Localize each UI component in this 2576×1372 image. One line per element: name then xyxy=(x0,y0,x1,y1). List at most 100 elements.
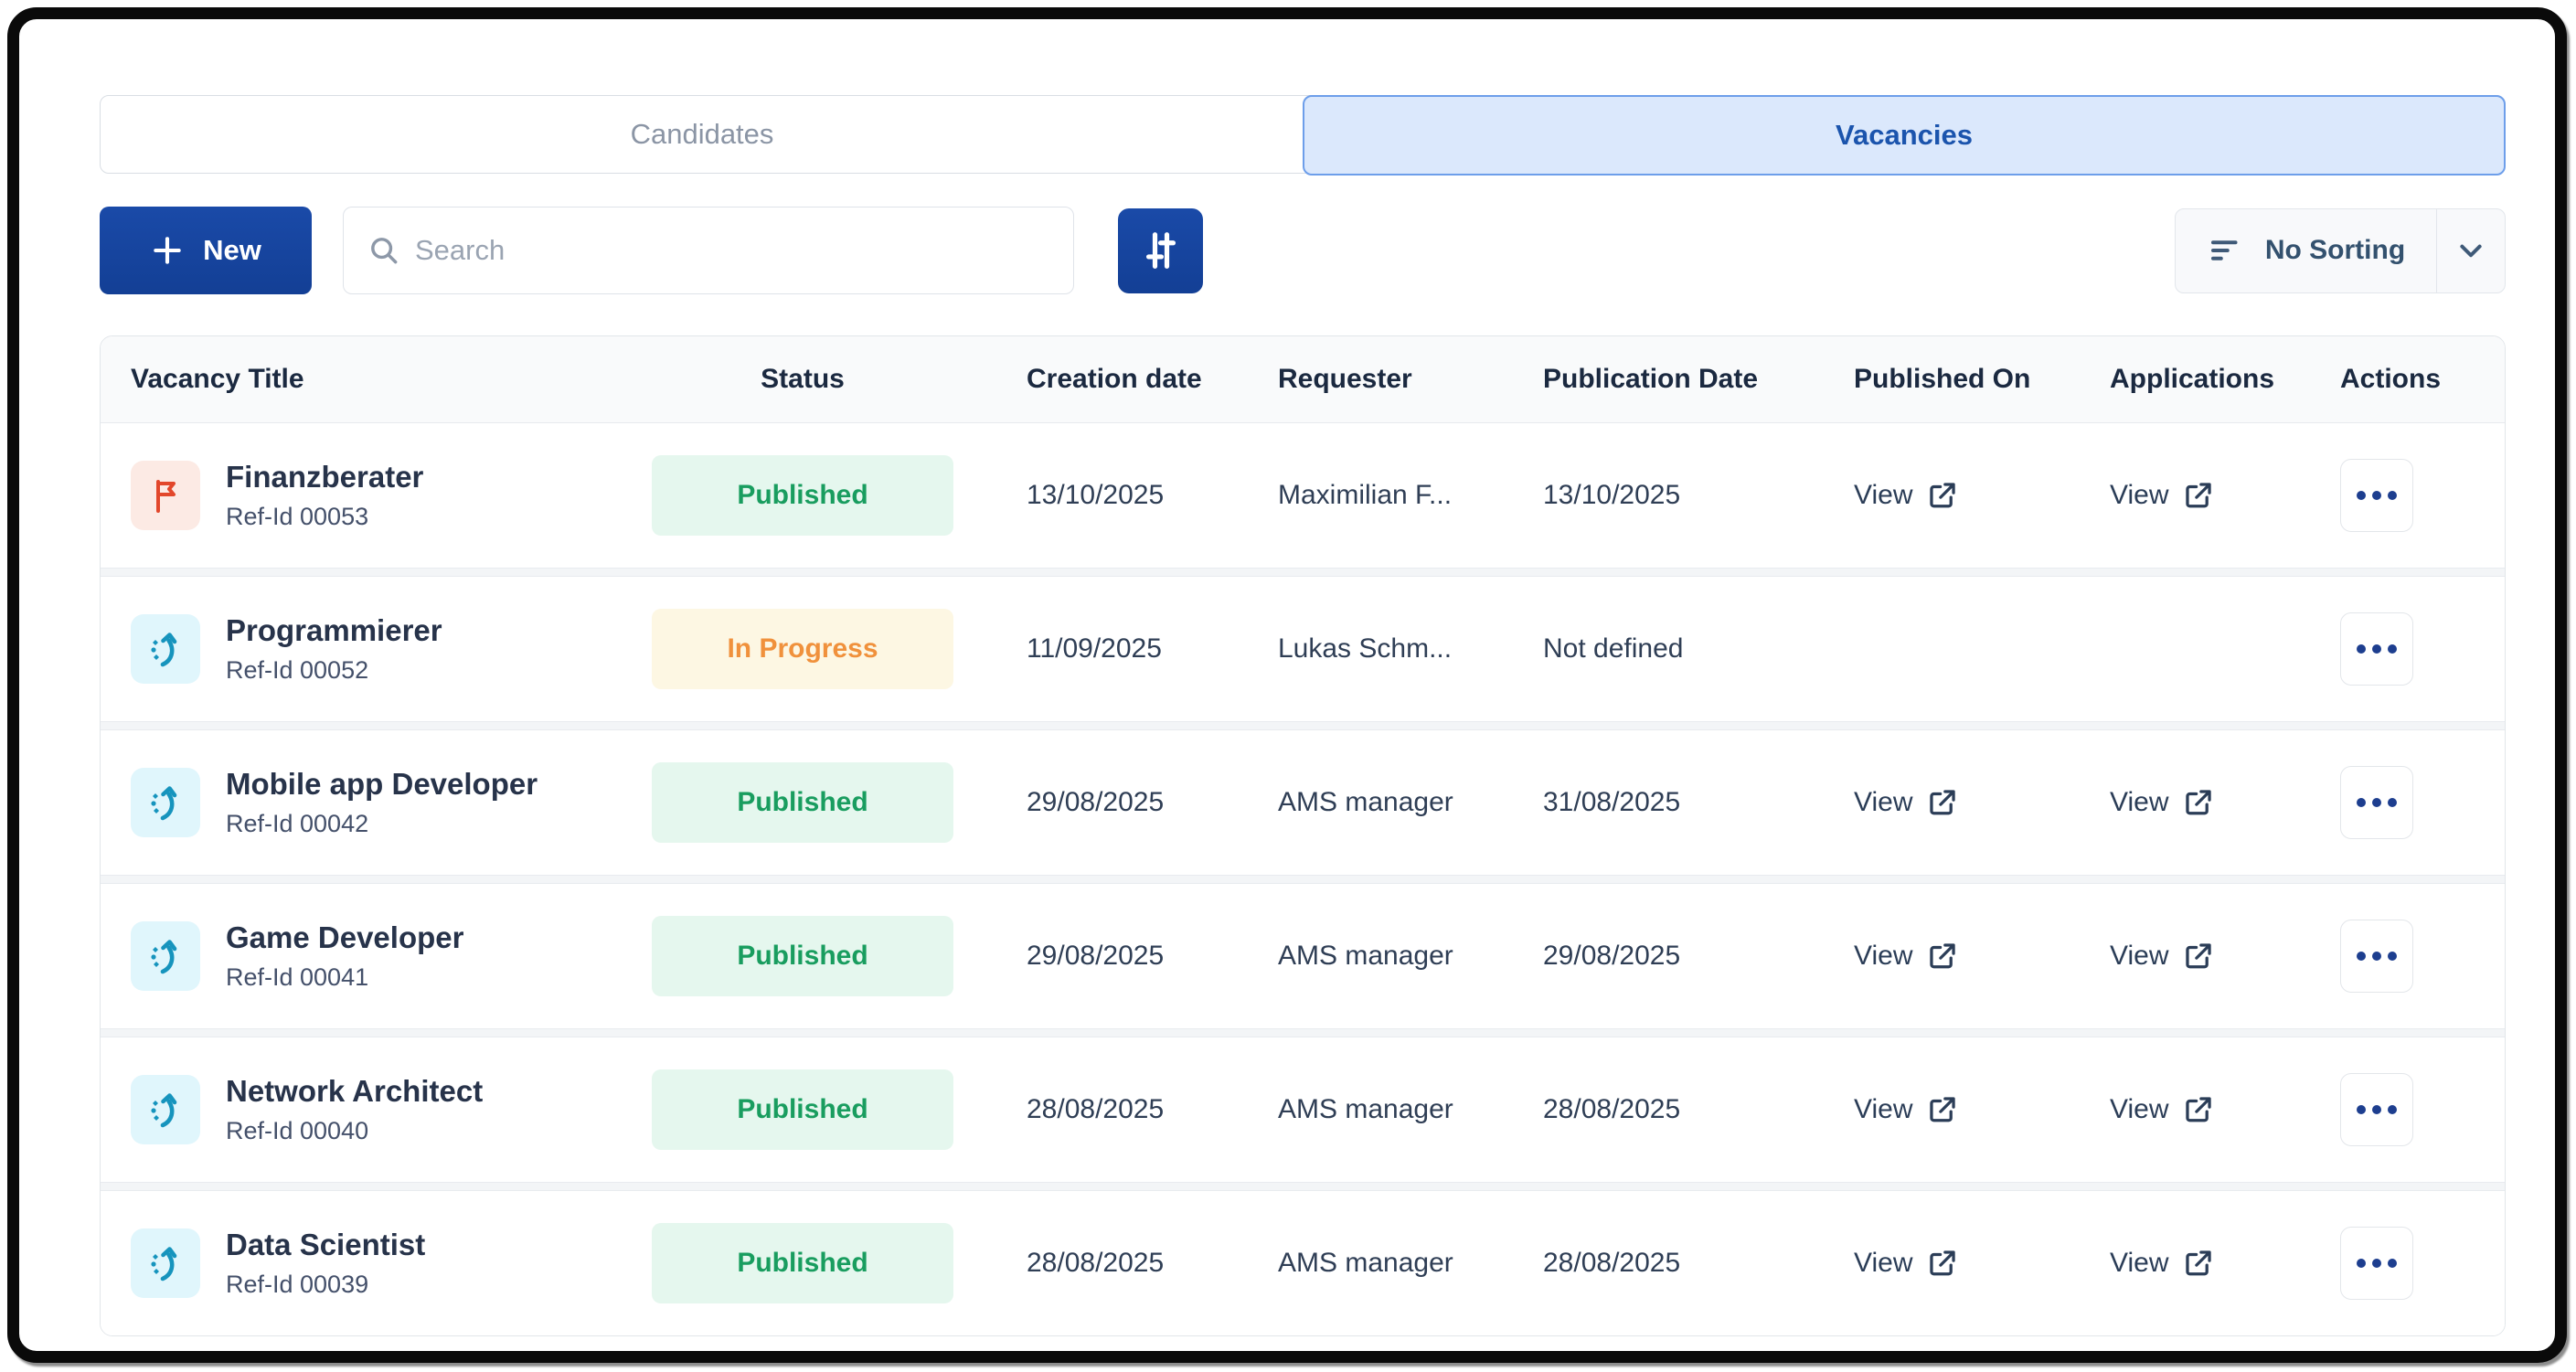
tab-candidates[interactable]: Candidates xyxy=(101,96,1304,173)
vacancy-ref-id: Ref-Id 00053 xyxy=(226,503,423,531)
sort-lines-icon xyxy=(2207,231,2245,270)
status-badge: Published xyxy=(652,762,953,843)
row-separator xyxy=(101,1182,2505,1191)
new-button[interactable]: New xyxy=(100,207,312,294)
requester-cell: AMS manager xyxy=(1278,1094,1543,1125)
ellipsis-icon xyxy=(2357,1105,2366,1114)
status-badge: In Progress xyxy=(652,609,953,689)
chevron-down-icon xyxy=(2452,231,2490,270)
window-frame: Candidates Vacancies New xyxy=(7,7,2567,1363)
external-link-icon xyxy=(2183,480,2214,511)
creation-date-cell: 29/08/2025 xyxy=(967,787,1278,818)
vacancy-type-icon xyxy=(131,921,200,991)
column-header-published-on: Published On xyxy=(1854,364,2110,395)
tab-vacancies[interactable]: Vacancies xyxy=(1303,95,2506,175)
published-on-view-link[interactable]: View xyxy=(1854,480,1958,511)
applications-view-link[interactable]: View xyxy=(2110,1094,2214,1125)
new-button-label: New xyxy=(203,234,261,267)
ellipsis-icon xyxy=(2357,491,2366,500)
status-badge: Published xyxy=(652,1223,953,1303)
external-link-icon xyxy=(1927,480,1958,511)
published-on-view-link[interactable]: View xyxy=(1854,787,1958,818)
table-header: Vacancy Title Status Creation date Reque… xyxy=(101,336,2505,423)
requester-cell: AMS manager xyxy=(1278,787,1543,818)
row-actions-button[interactable] xyxy=(2340,612,2413,686)
view-link-label: View xyxy=(1854,1248,1912,1279)
publication-date-cell: 13/10/2025 xyxy=(1543,480,1854,511)
table-row[interactable]: Network Architect Ref-Id 00040 Published… xyxy=(101,1037,2505,1182)
status-badge: Published xyxy=(652,455,953,536)
vacancy-type-icon xyxy=(131,768,200,837)
view-link-label: View xyxy=(1854,941,1912,972)
external-link-icon xyxy=(1927,1094,1958,1125)
view-link-label: View xyxy=(2110,787,2168,818)
column-header-creation-date: Creation date xyxy=(967,364,1278,395)
ellipsis-icon xyxy=(2357,798,2366,807)
sort-label: No Sorting xyxy=(2265,235,2405,266)
column-header-status: Status xyxy=(638,364,967,395)
status-badge: Published xyxy=(652,1069,953,1150)
vacancy-title: Game Developer xyxy=(226,920,463,955)
vacancy-ref-id: Ref-Id 00039 xyxy=(226,1271,425,1299)
external-link-icon xyxy=(1927,787,1958,818)
table-row[interactable]: Mobile app Developer Ref-Id 00042 Publis… xyxy=(101,730,2505,875)
creation-date-cell: 13/10/2025 xyxy=(967,480,1278,511)
row-actions-button[interactable] xyxy=(2340,1227,2413,1300)
creation-date-cell: 28/08/2025 xyxy=(967,1094,1278,1125)
trend-arrow-icon xyxy=(144,627,187,671)
table-row[interactable]: Programmierer Ref-Id 00052 In Progress 1… xyxy=(101,577,2505,721)
applications-view-link[interactable]: View xyxy=(2110,787,2214,818)
view-link-label: View xyxy=(2110,941,2168,972)
published-on-view-link[interactable]: View xyxy=(1854,1094,1958,1125)
vacancy-type-icon xyxy=(131,1075,200,1144)
vacancy-title: Finanzberater xyxy=(226,460,423,495)
requester-cell: AMS manager xyxy=(1278,1248,1543,1279)
sort-dropdown-button[interactable] xyxy=(2436,209,2505,292)
filter-button[interactable] xyxy=(1118,208,1203,293)
vacancies-table: Vacancy Title Status Creation date Reque… xyxy=(100,335,2506,1336)
row-actions-button[interactable] xyxy=(2340,920,2413,993)
plus-icon xyxy=(150,233,185,268)
row-actions-button[interactable] xyxy=(2340,1073,2413,1146)
tab-bar: Candidates Vacancies xyxy=(100,95,2506,174)
row-separator xyxy=(101,1028,2505,1037)
filter-sliders-icon xyxy=(1137,227,1185,274)
trend-arrow-icon xyxy=(144,934,187,978)
vacancy-title: Mobile app Developer xyxy=(226,767,538,802)
published-on-view-link[interactable]: View xyxy=(1854,1248,1958,1279)
vacancy-type-icon xyxy=(131,461,200,530)
requester-cell: AMS manager xyxy=(1278,941,1543,972)
vacancy-ref-id: Ref-Id 00042 xyxy=(226,810,538,838)
applications-view-link[interactable]: View xyxy=(2110,1248,2214,1279)
column-header-actions: Actions xyxy=(2329,364,2505,395)
ellipsis-icon xyxy=(2357,1259,2366,1268)
applications-view-link[interactable]: View xyxy=(2110,941,2214,972)
app-screen: Candidates Vacancies New xyxy=(0,0,2576,1372)
column-header-publication-date: Publication Date xyxy=(1543,364,1854,395)
published-on-view-link[interactable]: View xyxy=(1854,941,1958,972)
trend-arrow-icon xyxy=(144,781,187,824)
external-link-icon xyxy=(1927,941,1958,972)
creation-date-cell: 11/09/2025 xyxy=(967,633,1278,665)
view-link-label: View xyxy=(2110,1248,2168,1279)
applications-view-link[interactable]: View xyxy=(2110,480,2214,511)
sort-button[interactable]: No Sorting xyxy=(2176,209,2436,292)
search-input[interactable] xyxy=(343,207,1074,294)
table-row[interactable]: Finanzberater Ref-Id 00053 Published 13/… xyxy=(101,423,2505,568)
table-row[interactable]: Game Developer Ref-Id 00041 Published 29… xyxy=(101,884,2505,1028)
view-link-label: View xyxy=(2110,1094,2168,1125)
table-row[interactable]: Data Scientist Ref-Id 00039 Published 28… xyxy=(101,1191,2505,1335)
creation-date-cell: 28/08/2025 xyxy=(967,1248,1278,1279)
creation-date-cell: 29/08/2025 xyxy=(967,941,1278,972)
row-actions-button[interactable] xyxy=(2340,459,2413,532)
column-header-vacancy-title: Vacancy Title xyxy=(101,364,638,395)
vacancy-title: Programmierer xyxy=(226,613,442,648)
vacancy-type-icon xyxy=(131,614,200,684)
external-link-icon xyxy=(2183,787,2214,818)
search-box xyxy=(343,207,1074,294)
view-link-label: View xyxy=(1854,1094,1912,1125)
view-link-label: View xyxy=(1854,787,1912,818)
row-actions-button[interactable] xyxy=(2340,766,2413,839)
column-header-applications: Applications xyxy=(2110,364,2329,395)
ellipsis-icon xyxy=(2357,952,2366,961)
